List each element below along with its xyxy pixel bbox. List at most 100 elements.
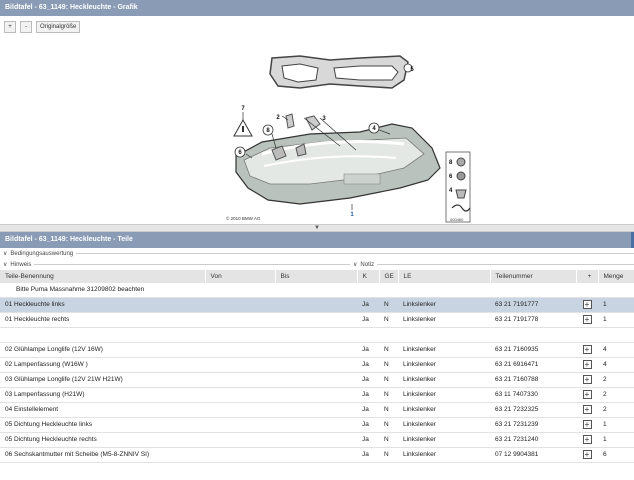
from <box>205 297 275 313</box>
section-notes[interactable]: ∨ Notiz <box>350 259 634 270</box>
le: Linkslenker <box>398 432 490 448</box>
quantity: 2 <box>598 372 634 388</box>
add-to-cart-icon[interactable]: + <box>582 390 592 399</box>
add-to-cart-icon[interactable]: + <box>582 315 592 324</box>
column-header[interactable]: GE <box>379 270 399 283</box>
collapse-arrow-icon[interactable]: ▼ <box>314 225 320 231</box>
le: Linkslenker <box>398 447 490 463</box>
part-number: 63 21 7232325 <box>490 402 576 418</box>
part-number: 63 21 7191778 <box>490 312 576 328</box>
quantity: 2 <box>598 387 634 403</box>
add-to-cart-icon[interactable]: + <box>582 300 592 309</box>
add-to-cart-icon[interactable]: + <box>582 405 592 414</box>
part-number: 63 21 7160935 <box>490 342 576 358</box>
part-number: 63 21 7231239 <box>490 417 576 433</box>
quantity: 4 <box>598 342 634 358</box>
original-size-button[interactable]: Originalgröße <box>36 21 81 33</box>
part-number: 63 21 7160788 <box>490 372 576 388</box>
chevron-down-icon[interactable]: ∨ <box>3 250 7 257</box>
add-to-cart-icon[interactable]: + <box>582 375 592 384</box>
part-name: 01 Heckleuchte links <box>0 297 205 313</box>
zoom-in-button[interactable]: + <box>4 21 16 33</box>
column-header[interactable]: Teile-Benennung <box>0 270 206 283</box>
quantity: 2 <box>598 402 634 418</box>
to <box>275 387 357 403</box>
add-to-cart-icon[interactable]: + <box>582 435 592 444</box>
parts-panel-title: Bildtafel - 63_1149: Heckleuchte - Teile <box>0 232 634 248</box>
add-to-cart-icon[interactable]: + <box>582 345 592 354</box>
k: Ja <box>357 342 379 358</box>
table-row[interactable]: 02 Lampenfassung (W16W ) Ja N Linkslenker 63… <box>0 357 634 373</box>
quantity: 1 <box>598 432 634 448</box>
table-row[interactable]: 01 Heckleuchte rechts Ja N Linkslenker 63 21… <box>0 312 634 328</box>
ge: N <box>379 402 398 418</box>
from <box>205 417 275 433</box>
part-name: 06 Sechskantmutter mit Scheibe (M5-8-ZNN… <box>0 447 205 463</box>
from <box>205 447 275 463</box>
from <box>205 372 275 388</box>
table-row[interactable]: 01 Heckleuchte links Ja N Linkslenker 63 21 … <box>0 297 634 313</box>
to <box>275 432 357 448</box>
le: Linkslenker <box>398 312 490 328</box>
tail-light-illustration <box>235 123 441 205</box>
zoom-out-button[interactable]: - <box>20 21 32 33</box>
table-row-empty <box>0 327 634 343</box>
table-row[interactable]: 02 Glühlampe Longlife (12V 16W) Ja N Linksl… <box>0 342 634 358</box>
k: Ja <box>357 432 379 448</box>
table-row[interactable]: 05 Dichtung Heckleuchte links Ja N Linkslen… <box>0 417 634 433</box>
k: Ja <box>357 372 379 388</box>
column-header[interactable]: + <box>576 270 599 283</box>
le: Linkslenker <box>398 297 490 313</box>
add-to-cart-icon[interactable]: + <box>582 450 592 459</box>
ge: N <box>379 312 398 328</box>
table-row[interactable]: 03 Lampenfassung (H21W) Ja N Linkslenker 63 … <box>0 387 634 403</box>
part-name: 03 Glühlampe Longlife (12V 21W H21W) <box>0 372 205 388</box>
parts-diagram[interactable]: 5 7 2 3 4 8 6 1 8 6 4 000460 © 2010 BMW … <box>0 38 634 224</box>
to <box>275 447 357 463</box>
table-row[interactable]: 03 Glühlampe Longlife (12V 21W H21W) Ja N L… <box>0 372 634 388</box>
chevron-down-icon[interactable]: ∨ <box>353 261 357 268</box>
section-conditions[interactable]: ∨ Bedingungsauswertung <box>0 248 634 259</box>
ge: N <box>379 357 398 373</box>
from <box>205 312 275 328</box>
part-number: 63 21 6916471 <box>490 357 576 373</box>
from <box>205 402 275 418</box>
column-header[interactable]: Von <box>205 270 276 283</box>
table-row[interactable]: 05 Dichtung Heckleuchte rechts Ja N Linksle… <box>0 432 634 448</box>
add-to-cart-icon[interactable]: + <box>582 360 592 369</box>
k: Ja <box>357 297 379 313</box>
callout-7: 7 <box>241 106 245 112</box>
part-name: 03 Lampenfassung (H21W) <box>0 387 205 403</box>
panel-splitter[interactable]: ▼ <box>0 224 634 232</box>
callout-5: 5 <box>410 67 414 73</box>
section-hints[interactable]: ∨ Hinweis <box>0 259 350 270</box>
column-header[interactable]: Bis <box>275 270 358 283</box>
le: Linkslenker <box>398 342 490 358</box>
to <box>275 297 357 313</box>
quantity: 1 <box>598 312 634 328</box>
k: Ja <box>357 402 379 418</box>
add-to-cart-icon[interactable]: + <box>582 420 592 429</box>
callout-1: 1 <box>350 212 354 218</box>
table-row[interactable]: 06 Sechskantmutter mit Scheibe (M5-8-ZNN… <box>0 447 634 463</box>
k: Ja <box>357 447 379 463</box>
chevron-down-icon[interactable]: ∨ <box>3 261 7 268</box>
part-number: 63 21 7191777 <box>490 297 576 313</box>
from <box>205 432 275 448</box>
svg-text:000460: 000460 <box>450 217 464 222</box>
ge: N <box>379 297 398 313</box>
le: Linkslenker <box>398 372 490 388</box>
to <box>275 372 357 388</box>
table-note-row: Bitte Puma Massnahme 31209802 beachten <box>0 283 634 298</box>
le: Linkslenker <box>398 357 490 373</box>
part-name: 04 Einstellelement <box>0 402 205 418</box>
part-name: 02 Lampenfassung (W16W ) <box>0 357 205 373</box>
column-header[interactable]: Menge <box>598 270 634 283</box>
column-header[interactable]: K <box>357 270 380 283</box>
to <box>275 357 357 373</box>
quantity: 1 <box>598 417 634 433</box>
le: Linkslenker <box>398 417 490 433</box>
column-header[interactable]: Teilenummer <box>490 270 577 283</box>
column-header[interactable]: LE <box>398 270 491 283</box>
table-row[interactable]: 04 Einstellelement Ja N Linkslenker 63 21 72… <box>0 402 634 418</box>
